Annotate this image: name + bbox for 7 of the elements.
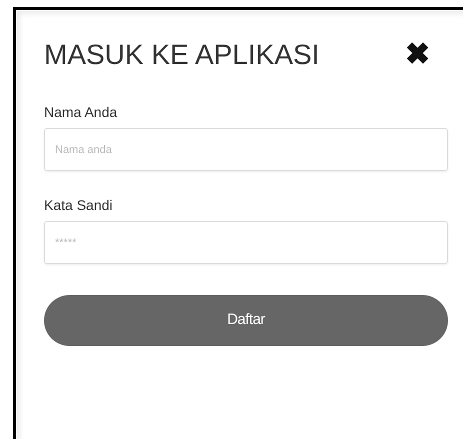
field-label: Kata Sandi — [44, 196, 114, 215]
input-field[interactable]: ***** — [44, 221, 448, 264]
input-field[interactable]: Nama anda — [44, 128, 448, 171]
close-button[interactable]: ✖ — [405, 40, 430, 70]
field-label: Nama Anda — [44, 103, 118, 122]
dialog-title: MASUK KE APLIKASI — [44, 41, 320, 69]
register-button[interactable]: Daftar — [44, 295, 448, 346]
